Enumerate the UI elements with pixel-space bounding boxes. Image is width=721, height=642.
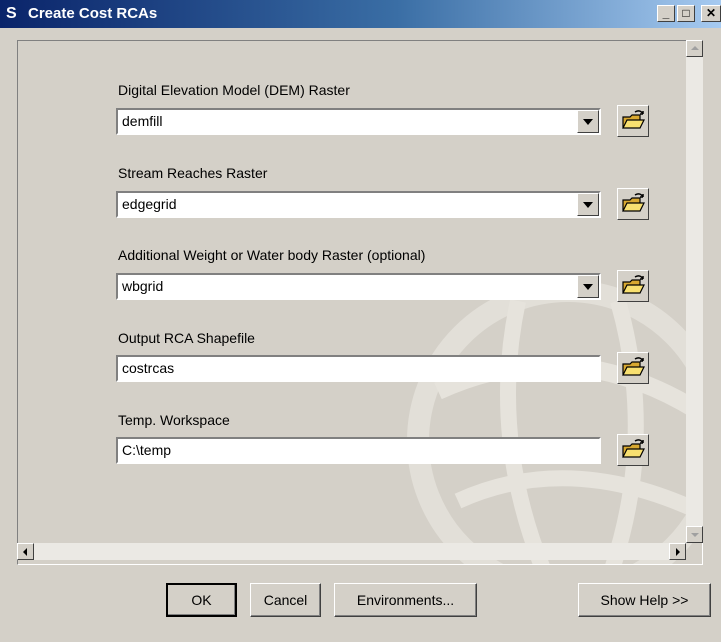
chevron-down-icon — [583, 202, 593, 208]
output-shapefile-browse-button[interactable] — [617, 352, 649, 384]
stream-reaches-combobox[interactable]: edgegrid — [116, 191, 601, 218]
temp-workspace-input[interactable]: C:\temp — [116, 437, 601, 464]
dem-raster-label: Digital Elevation Model (DEM) Raster — [118, 82, 350, 98]
arrow-up-icon — [691, 46, 699, 50]
globe-watermark-icon — [407, 280, 702, 564]
output-shapefile-label: Output RCA Shapefile — [118, 330, 255, 346]
minimize-button[interactable]: _ — [657, 5, 675, 22]
stream-reaches-browse-button[interactable] — [617, 188, 649, 220]
arrow-down-icon — [691, 533, 699, 537]
cancel-button[interactable]: Cancel — [250, 583, 321, 617]
stream-reaches-value: edgegrid — [122, 196, 177, 212]
arrow-right-icon — [676, 548, 680, 556]
scroll-up-button[interactable] — [686, 40, 703, 57]
dem-raster-combobox[interactable]: demfill — [116, 108, 601, 135]
output-shapefile-value: costrcas — [122, 360, 175, 376]
temp-workspace-label: Temp. Workspace — [118, 412, 230, 428]
weight-raster-browse-button[interactable] — [617, 270, 649, 302]
arrow-left-icon — [23, 548, 27, 556]
ok-button[interactable]: OK — [166, 583, 237, 617]
output-shapefile-input[interactable]: costrcas — [116, 355, 601, 382]
open-folder-icon — [622, 357, 645, 376]
title-bar[interactable]: S Create Cost RCAs _ □ ✕ — [0, 0, 721, 28]
open-folder-icon — [622, 439, 645, 458]
scroll-left-button[interactable] — [17, 543, 34, 560]
dem-raster-dropdown-button[interactable] — [577, 110, 599, 133]
chevron-down-icon — [583, 284, 593, 290]
weight-raster-combobox[interactable]: wbgrid — [116, 273, 601, 300]
window-title: Create Cost RCAs — [28, 5, 158, 22]
show-help-button[interactable]: Show Help >> — [578, 583, 711, 617]
stream-reaches-label: Stream Reaches Raster — [118, 165, 268, 181]
parameters-panel: Digital Elevation Model (DEM) Raster dem… — [17, 40, 703, 565]
environments-button[interactable]: Environments... — [334, 583, 477, 617]
weight-raster-dropdown-button[interactable] — [577, 275, 599, 298]
dem-raster-browse-button[interactable] — [617, 105, 649, 137]
stream-reaches-dropdown-button[interactable] — [577, 193, 599, 216]
vertical-scrollbar[interactable] — [686, 40, 703, 543]
scroll-down-button[interactable] — [686, 526, 703, 543]
weight-raster-value: wbgrid — [122, 278, 164, 294]
app-icon: S — [6, 5, 17, 22]
weight-raster-label: Additional Weight or Water body Raster (… — [118, 247, 426, 263]
chevron-down-icon — [583, 119, 593, 125]
horizontal-scrollbar[interactable] — [17, 543, 686, 560]
temp-workspace-browse-button[interactable] — [617, 434, 649, 466]
open-folder-icon — [622, 275, 645, 294]
maximize-button[interactable]: □ — [677, 5, 695, 22]
temp-workspace-value: C:\temp — [122, 442, 172, 458]
close-button[interactable]: ✕ — [701, 5, 721, 22]
open-folder-icon — [622, 110, 645, 129]
scroll-right-button[interactable] — [669, 543, 686, 560]
open-folder-icon — [622, 193, 645, 212]
dem-raster-value: demfill — [122, 113, 163, 129]
